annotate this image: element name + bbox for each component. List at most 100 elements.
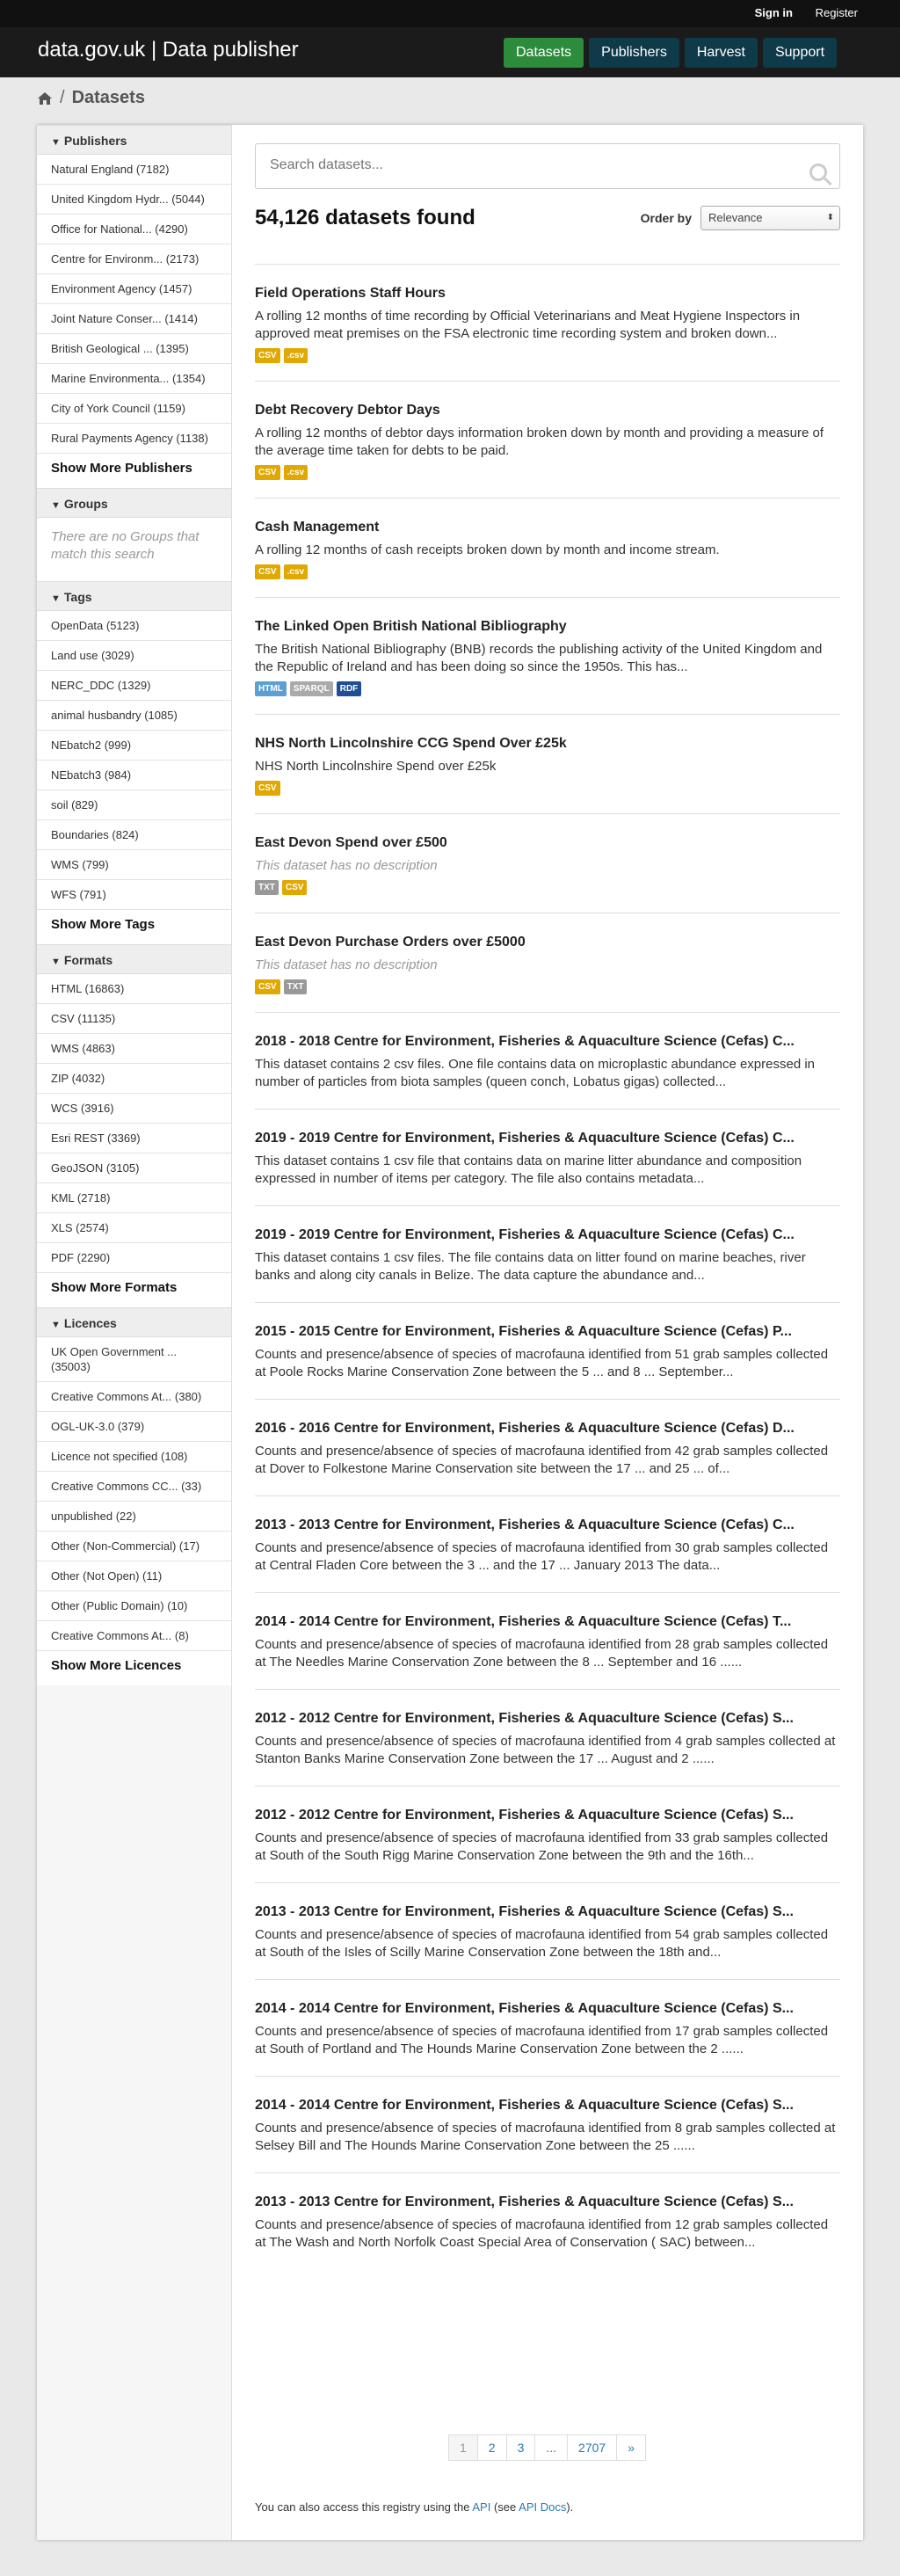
pagination-page[interactable]: 3 [505,2434,536,2461]
facet-item-publishers[interactable]: Rural Payments Agency (1138) [37,424,231,454]
facet-item-publishers[interactable]: Centre for Environm... (2173) [37,244,231,274]
show-more-tags[interactable]: Show More Tags [37,910,231,944]
facet-item-licences[interactable]: OGL-UK-3.0 (379) [37,1412,231,1442]
dataset-result: 2013 - 2013 Centre for Environment, Fish… [255,2172,840,2269]
facet-item-tags[interactable]: OpenData (5123) [37,611,231,641]
show-more-formats[interactable]: Show More Formats [37,1273,231,1307]
format-badge: CSV [281,880,308,895]
facet-item-formats[interactable]: KML (2718) [37,1183,231,1213]
facet-item-formats[interactable]: WMS (4863) [37,1034,231,1064]
dataset-title-link[interactable]: 2015 - 2015 Centre for Environment, Fish… [255,1323,840,1341]
api-link[interactable]: API [472,2500,490,2514]
facet-item-tags[interactable]: NEbatch2 (999) [37,731,231,760]
sign-in-link[interactable]: Sign in [755,6,793,19]
facet-item-tags[interactable]: NEbatch3 (984) [37,760,231,790]
facet-item-licences[interactable]: unpublished (22) [37,1502,231,1532]
dataset-result: 2012 - 2012 Centre for Environment, Fish… [255,1786,840,1882]
facet-item-licences[interactable]: Other (Public Domain) (10) [37,1591,231,1621]
dataset-description: Counts and presence/absence of species o… [255,2024,829,2056]
format-badge: .csv [283,564,308,579]
facet-item-tags[interactable]: animal husbandry (1085) [37,701,231,731]
facet-item-publishers[interactable]: City of York Council (1159) [37,394,231,424]
facet-item-licences[interactable]: Creative Commons At... (8) [37,1621,231,1651]
facet-item-tags[interactable]: WFS (791) [37,880,231,910]
facet-item-publishers[interactable]: Marine Environmenta... (1354) [37,364,231,394]
dataset-title-link[interactable]: Cash Management [255,519,840,536]
dataset-description: This dataset has no description [255,957,438,972]
facet-item-licences[interactable]: Other (Not Open) (11) [37,1561,231,1591]
dataset-title-link[interactable]: 2019 - 2019 Centre for Environment, Fish… [255,1226,840,1244]
facet-item-publishers[interactable]: Office for National... (4290) [37,215,231,244]
api-docs-link[interactable]: API Docs [519,2500,566,2514]
facet-item-tags[interactable]: Land use (3029) [37,641,231,671]
nav-support[interactable]: Support [762,38,838,68]
facet-item-tags[interactable]: NERC_DDC (1329) [37,671,231,701]
register-link[interactable]: Register [816,6,858,19]
breadcrumb-current: Datasets [71,88,145,107]
pagination-next[interactable]: » [616,2434,646,2461]
dataset-result: Debt Recovery Debtor Days A rolling 12 mo… [255,381,840,498]
nav-datasets[interactable]: Datasets [504,38,584,68]
dataset-description: Counts and presence/absence of species o… [255,1927,829,1960]
filter-icon: ▼ [51,1320,61,1330]
facet-item-publishers[interactable]: Natural England (7182) [37,155,231,185]
account-links: Sign in Register [736,6,858,19]
dataset-title-link[interactable]: 2018 - 2018 Centre for Environment, Fish… [255,1033,840,1051]
home-icon[interactable] [37,91,53,106]
dataset-title-link[interactable]: Debt Recovery Debtor Days [255,402,840,419]
format-badge: CSV [255,564,280,579]
dataset-title-link[interactable]: 2014 - 2014 Centre for Environment, Fish… [255,2000,840,2018]
dataset-title-link[interactable]: 2014 - 2014 Centre for Environment, Fish… [255,1613,840,1631]
site-brand[interactable]: data.gov.uk | Data publisher [38,38,299,62]
dataset-title-link[interactable]: 2013 - 2013 Centre for Environment, Fish… [255,2194,840,2211]
dataset-result: 2013 - 2013 Centre for Environment, Fish… [255,1495,840,1592]
facet-item-licences[interactable]: Creative Commons At... (380) [37,1382,231,1412]
facet-item-publishers[interactable]: British Geological ... (1395) [37,334,231,364]
dataset-description: This dataset has no description [255,858,438,873]
show-more-licences[interactable]: Show More Licences [37,1651,231,1685]
dataset-title-link[interactable]: 2012 - 2012 Centre for Environment, Fish… [255,1807,840,1824]
facet-item-formats[interactable]: PDF (2290) [37,1243,231,1273]
dataset-title-link[interactable]: 2013 - 2013 Centre for Environment, Fish… [255,1903,840,1921]
show-more-publishers[interactable]: Show More Publishers [37,454,231,488]
dataset-title-link[interactable]: 2013 - 2013 Centre for Environment, Fish… [255,1517,840,1534]
dataset-title-link[interactable]: 2012 - 2012 Centre for Environment, Fish… [255,1710,840,1728]
facet-item-publishers[interactable]: Joint Nature Conser... (1414) [37,304,231,334]
facet-item-tags[interactable]: soil (829) [37,790,231,820]
dataset-title-link[interactable]: Field Operations Staff Hours [255,285,840,302]
facet-item-formats[interactable]: HTML (16863) [37,974,231,1004]
facet-item-licences[interactable]: Other (Non-Commercial) (17) [37,1532,231,1561]
facet-item-licences[interactable]: UK Open Government ... (35003) [37,1337,231,1382]
dataset-title-link[interactable]: 2014 - 2014 Centre for Environment, Fish… [255,2097,840,2114]
nav-publishers[interactable]: Publishers [589,38,679,68]
pagination-page[interactable]: 2707 [567,2434,618,2461]
facet-item-publishers[interactable]: United Kingdom Hydr... (5044) [37,185,231,215]
facet-item-formats[interactable]: ZIP (4032) [37,1064,231,1094]
search-input[interactable] [256,144,783,186]
facet-item-tags[interactable]: WMS (799) [37,850,231,880]
dataset-title-link[interactable]: NHS North Lincolnshire CCG Spend Over £2… [255,735,840,753]
order-by-select[interactable]: Relevance ⬍ [700,206,840,230]
nav-harvest[interactable]: Harvest [684,38,758,68]
facet-item-licences[interactable]: Creative Commons CC... (33) [37,1472,231,1502]
facet-item-formats[interactable]: GeoJSON (3105) [37,1153,231,1183]
facet-item-formats[interactable]: XLS (2574) [37,1213,231,1243]
facet-item-licences[interactable]: Licence not specified (108) [37,1442,231,1472]
pagination-page[interactable]: ... [534,2434,569,2461]
pagination-page[interactable]: 1 [447,2434,478,2461]
dataset-description: Counts and presence/absence of species o… [255,1540,829,1573]
search-icon[interactable] [809,164,827,181]
facet-item-formats[interactable]: WCS (3916) [37,1094,231,1124]
dataset-title-link[interactable]: East Devon Spend over £500 [255,834,840,852]
dataset-title-link[interactable]: East Devon Purchase Orders over £5000 [255,934,840,951]
facet-item-publishers[interactable]: Environment Agency (1457) [37,274,231,304]
pagination-page[interactable]: 2 [476,2434,507,2461]
facet-item-formats[interactable]: Esri REST (3369) [37,1124,231,1153]
facet-item-tags[interactable]: Boundaries (824) [37,820,231,850]
dataset-description: Counts and presence/absence of species o… [255,1347,829,1379]
dataset-title-link[interactable]: 2019 - 2019 Centre for Environment, Fish… [255,1130,840,1147]
dataset-title-link[interactable]: The Linked Open British National Bibliog… [255,618,840,636]
facet-item-formats[interactable]: CSV (11135) [37,1004,231,1034]
top-bar: Sign in Register [0,0,900,27]
dataset-title-link[interactable]: 2016 - 2016 Centre for Environment, Fish… [255,1420,840,1437]
